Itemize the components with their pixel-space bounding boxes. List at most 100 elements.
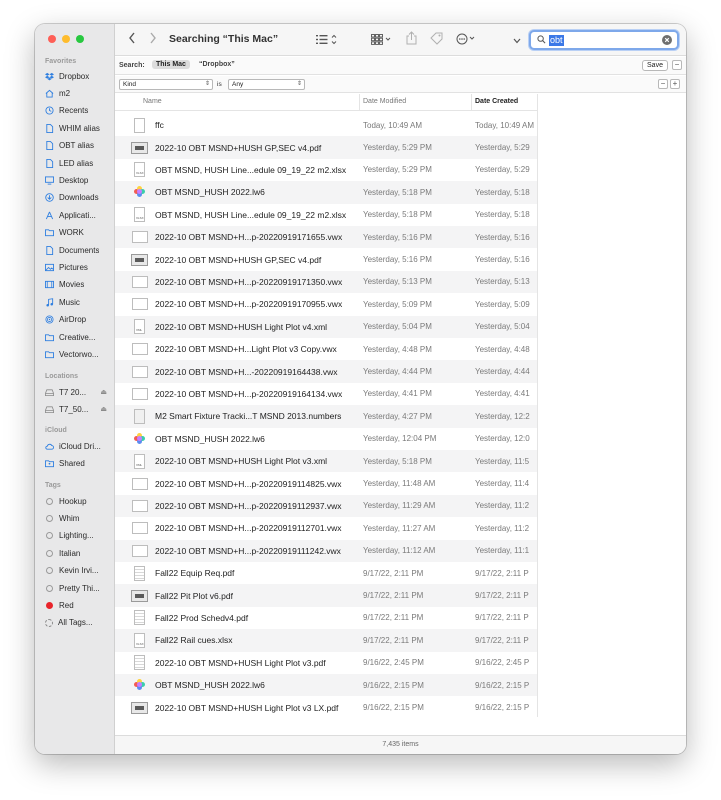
file-row[interactable]: 2022-10 OBT MSND+H...-20220919164438.vwx… (115, 360, 537, 383)
back-button[interactable] (128, 32, 136, 47)
file-row[interactable]: Fall22 Equip Req.pdf 9/17/22, 2:11 PM 9/17… (115, 562, 537, 584)
file-row[interactable]: 2022-10 OBT MSND+HUSH GP,SEC v4.pdf Yeste… (115, 248, 537, 270)
sidebar-item-dropbox[interactable]: Dropbox (45, 69, 111, 83)
file-row[interactable]: XLSX OBT MSND, HUSH Line...edule 09_19_22… (115, 159, 537, 181)
file-row[interactable]: 2022-10 OBT MSND+H...p-20220919171655.vw… (115, 226, 537, 249)
sidebar-item-kevin-irvi[interactable]: Kevin Irvi... (45, 564, 111, 578)
file-date-created: Yesterday, 5:18 (475, 187, 530, 197)
value-select[interactable]: Any ⇕ (228, 79, 305, 90)
sidebar-item-creative[interactable]: Creative... (45, 330, 111, 344)
scope-dropbox[interactable]: “Dropbox” (199, 61, 235, 68)
movies-icon (45, 280, 54, 289)
group-button[interactable] (371, 34, 393, 48)
sidebar-item-desktop[interactable]: Desktop (45, 173, 111, 187)
file-row[interactable]: 2022-10 OBT MSND+HUSH Light Plot v3.pdf 9… (115, 652, 537, 674)
sidebar-item-hookup[interactable]: Hookup (45, 494, 111, 508)
file-row[interactable]: OBT MSND_HUSH 2022.lw6 Yesterday, 12:04 P… (115, 428, 537, 450)
sidebar-item-work[interactable]: WORK (45, 226, 111, 240)
sidebar-item-downloads[interactable]: Downloads (45, 191, 111, 205)
sidebar-item-pictures[interactable]: Pictures (45, 260, 111, 274)
eject-icon[interactable]: ⏏ (100, 405, 107, 413)
sidebar-section-locations: Locations (45, 373, 79, 380)
chevron-left-icon (129, 32, 135, 44)
file-row[interactable]: XLSX OBT MSND, HUSH Line...edule 09_19_22… (115, 204, 537, 226)
column-divider (471, 94, 472, 111)
file-row[interactable]: 2022-10 OBT MSND+H...p-20220919112701.vw… (115, 517, 537, 539)
blank-doc-file-icon (131, 117, 148, 134)
forward-button[interactable] (149, 32, 157, 47)
clear-search-button[interactable] (662, 35, 672, 45)
file-row[interactable]: 2022-10 OBT MSND+H...p-20220919111242.vw… (115, 539, 537, 562)
file-row[interactable]: M2 Smart Fixture Tracki...T MSND 2013.nu… (115, 405, 537, 428)
close-window-button[interactable] (48, 35, 56, 43)
search-field[interactable]: obt (529, 30, 679, 50)
sidebar-item-applicati[interactable]: Applicati... (45, 208, 111, 222)
column-header-created[interactable]: Date Created (475, 98, 518, 105)
toolbar: Searching “This Mac” obt (115, 24, 686, 56)
scope-this-mac[interactable]: This Mac (152, 60, 190, 69)
clear-icon (664, 37, 670, 43)
sidebar-item-whim-alias[interactable]: WHIM alias (45, 121, 111, 135)
sidebar-item-icloud-dri[interactable]: iCloud Dri... (45, 439, 111, 453)
save-search-button[interactable]: Save (642, 60, 668, 71)
sidebar-item-whim[interactable]: Whim (45, 511, 111, 525)
sidebar-item-red[interactable]: Red (45, 598, 111, 612)
sidebar-item-vectorwo[interactable]: Vectorwo... (45, 347, 111, 361)
file-row[interactable]: ffc Today, 10:49 AM Today, 10:49 AM (115, 114, 537, 136)
sidebar-item-lighting[interactable]: Lighting... (45, 529, 111, 543)
sidebar-item-italian[interactable]: Italian (45, 546, 111, 560)
file-date-modified: Yesterday, 4:41 PM (363, 389, 432, 399)
tag-button[interactable] (430, 32, 443, 48)
toolbar-overflow-button[interactable] (513, 34, 521, 48)
file-row[interactable]: Fall22 Pit Plot v6.pdf 9/17/22, 2:11 PM 9/… (115, 584, 537, 607)
file-row[interactable]: 2022-10 OBT MSND+H...p-20220919112937.vw… (115, 494, 537, 518)
file-row[interactable]: 2022-10 OBT MSND+H...p-20220919164134.vw… (115, 383, 537, 405)
attribute-select[interactable]: Kind ⇕ (119, 79, 213, 90)
sidebar-item-obt-alias[interactable]: OBT alias (45, 139, 111, 153)
share-button[interactable] (406, 31, 417, 48)
remove-criterion-button[interactable]: − (658, 79, 668, 89)
sidebar-item-shared[interactable]: Shared (45, 456, 111, 470)
sidebar-item-documents[interactable]: Documents (45, 243, 111, 257)
sidebar-item-t7-20[interactable]: T7 20... ⏏ (45, 385, 111, 399)
file-row[interactable]: XML 2022-10 OBT MSND+HUSH Light Plot v4.x… (115, 315, 537, 338)
sidebar-item-m2[interactable]: m2 (45, 86, 111, 100)
file-date-created: Yesterday, 5:16 (475, 255, 530, 265)
file-row[interactable]: 2022-10 OBT MSND+H...p-20220919114825.vw… (115, 472, 537, 494)
list-view-icon (316, 34, 337, 45)
sidebar-item-pretty-thi[interactable]: Pretty Thi... (45, 581, 111, 595)
sidebar-item-led-alias[interactable]: LED alias (45, 156, 111, 170)
minimize-window-button[interactable] (62, 35, 70, 43)
select-arrows-icon: ⇕ (204, 81, 210, 87)
file-row[interactable]: XLSX Fall22 Rail cues.xlsx 9/17/22, 2:11 P… (115, 629, 537, 652)
sidebar-item-all-tags[interactable]: All Tags... (45, 616, 111, 630)
column-header-name[interactable]: Name (143, 98, 162, 105)
list-view-button[interactable] (316, 34, 340, 48)
file-date-modified: Yesterday, 11:48 AM (363, 479, 436, 489)
sidebar-item-movies[interactable]: Movies (45, 278, 111, 292)
file-row[interactable]: 2022-10 OBT MSND+HUSH Light Plot v3 LX.p… (115, 696, 537, 717)
search-input[interactable]: obt (549, 35, 564, 46)
sidebar-item-t7-50[interactable]: T7_50... ⏏ (45, 402, 111, 416)
add-criterion-button[interactable]: + (670, 79, 680, 89)
column-header-modified[interactable]: Date Modified (363, 98, 406, 105)
file-row[interactable]: 2022-10 OBT MSND+H...p-20220919170955.vw… (115, 293, 537, 315)
file-date-modified: Yesterday, 5:04 PM (363, 322, 432, 332)
file-row[interactable]: Fall22 Prod Schedv4.pdf 9/17/22, 2:11 PM 9… (115, 607, 537, 629)
file-date-created: Yesterday, 5:13 (475, 277, 530, 287)
file-row[interactable]: OBT MSND_HUSH 2022.lw6 9/16/22, 2:15 PM 9/… (115, 674, 537, 697)
file-row[interactable]: 2022-10 OBT MSND+H...Light Plot v3 Copy.… (115, 338, 537, 360)
file-row[interactable]: XML 2022-10 OBT MSND+HUSH Light Plot v3.x… (115, 450, 537, 473)
sidebar-item-recents[interactable]: Recents (45, 104, 111, 118)
eject-icon[interactable]: ⏏ (100, 388, 107, 396)
action-menu-button[interactable] (456, 33, 480, 48)
file-date-created: Yesterday, 5:09 (475, 299, 530, 309)
file-row[interactable]: 2022-10 OBT MSND+HUSH GP,SEC v4.pdf Yeste… (115, 136, 537, 159)
sidebar-item-music[interactable]: Music (45, 295, 111, 309)
sidebar-item-airdrop[interactable]: AirDrop (45, 313, 111, 327)
file-row[interactable]: 2022-10 OBT MSND+H...p-20220919171350.vw… (115, 270, 537, 294)
zoom-window-button[interactable] (76, 35, 84, 43)
file-row[interactable]: OBT MSND_HUSH 2022.lw6 Yesterday, 5:18 PM… (115, 181, 537, 204)
remove-criteria-button[interactable]: − (672, 60, 682, 70)
sidebar-item-label: Lighting... (59, 531, 94, 541)
